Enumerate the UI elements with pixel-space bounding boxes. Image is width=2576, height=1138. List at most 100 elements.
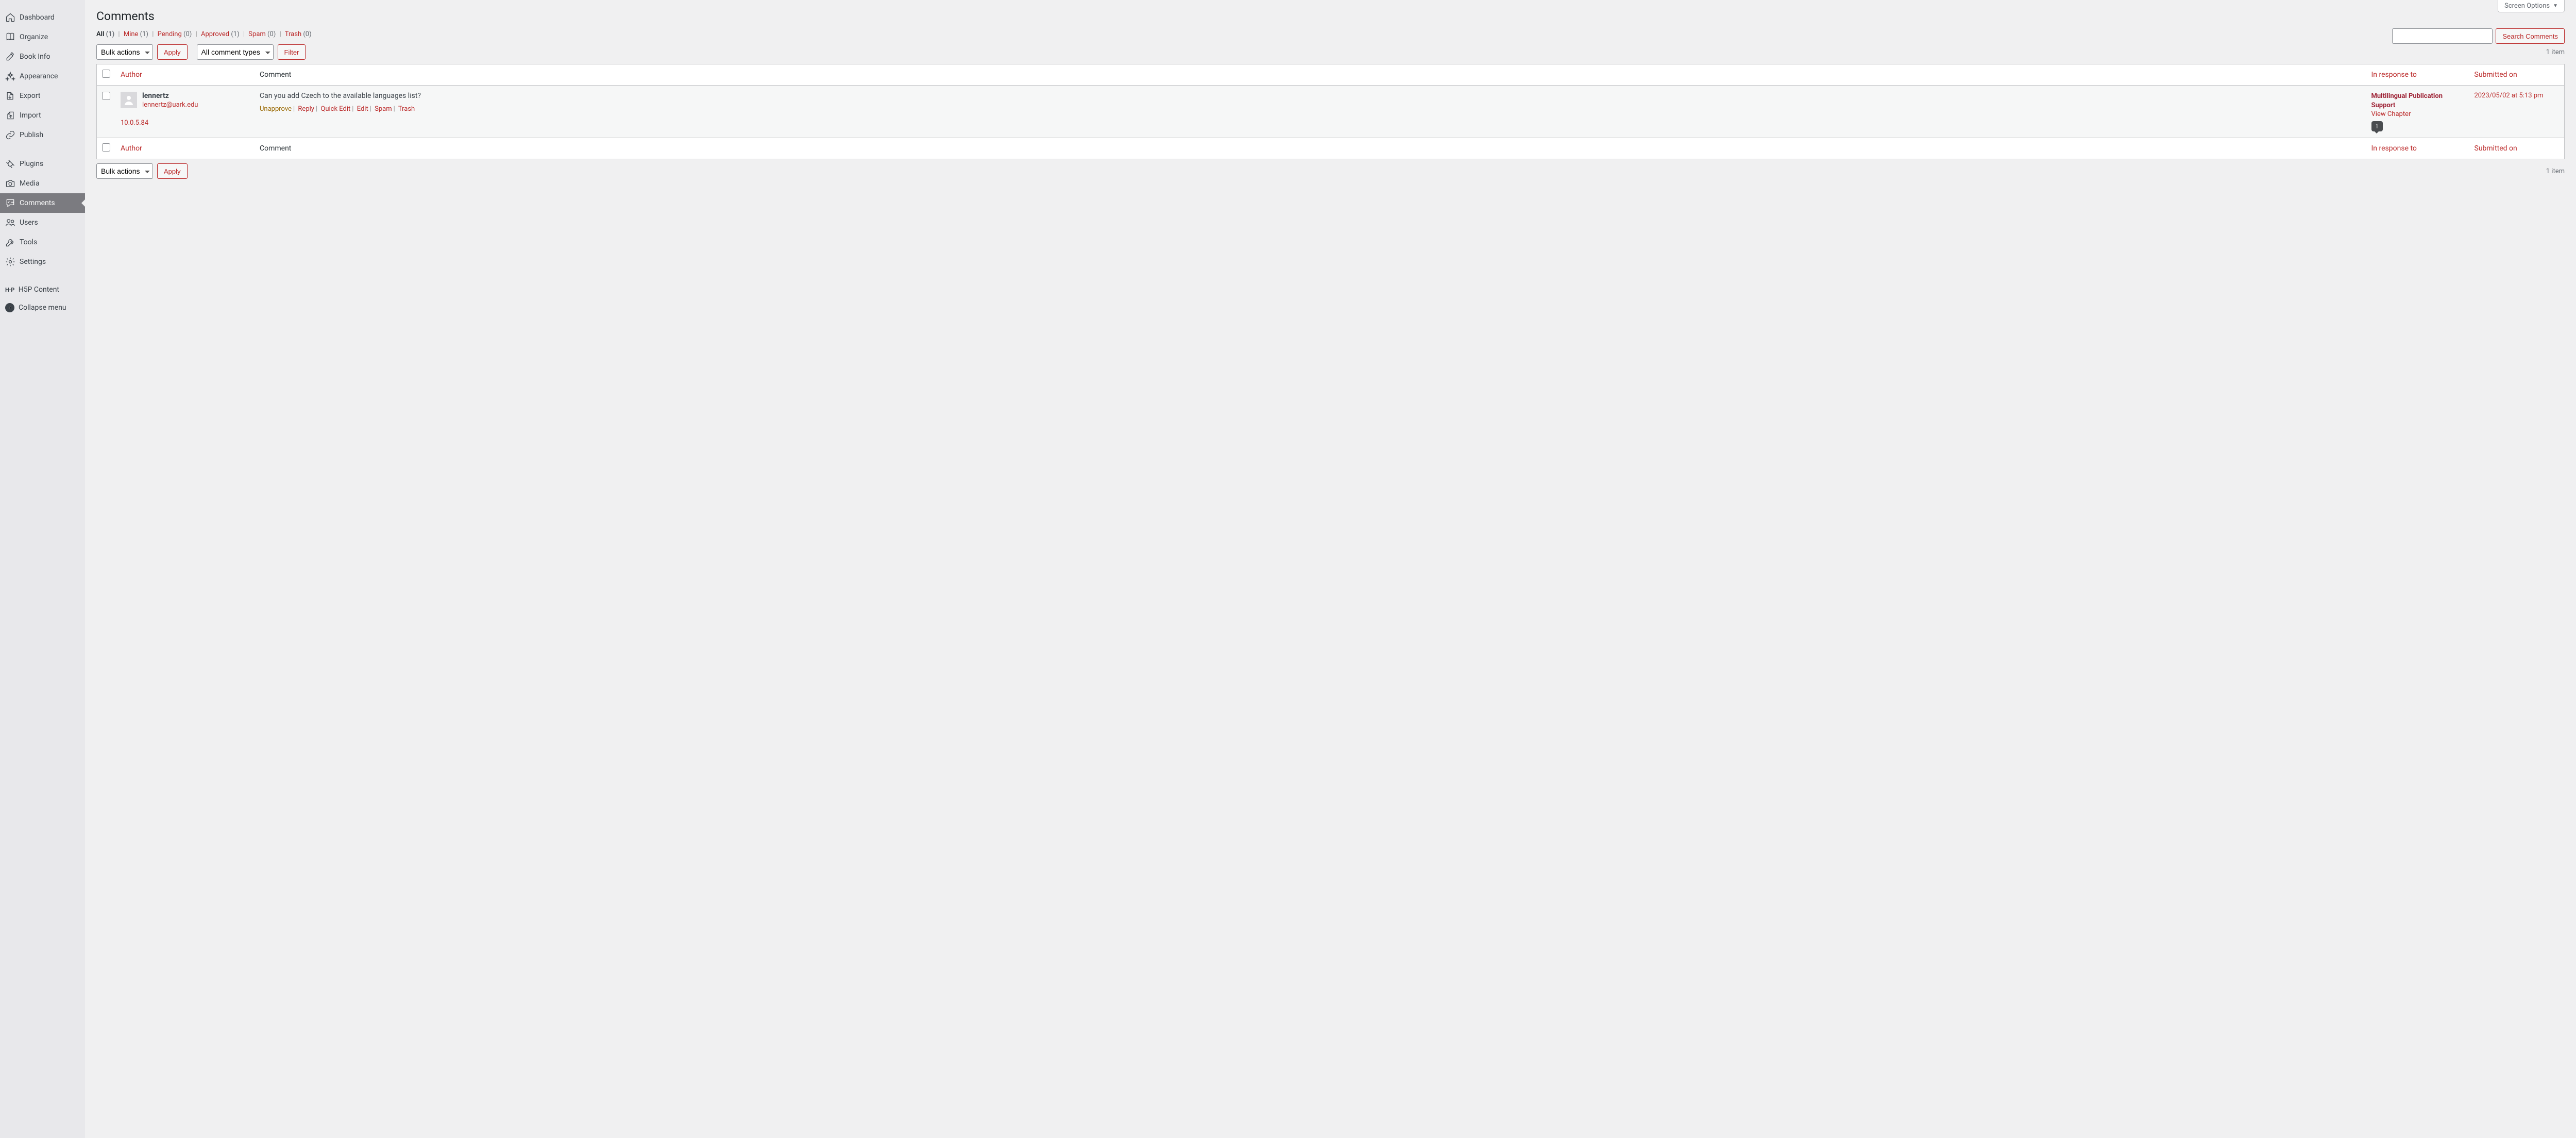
view-chapter-link[interactable]: View Chapter xyxy=(2371,110,2411,118)
sidebar-item-settings[interactable]: Settings xyxy=(0,252,85,272)
filter-mine[interactable]: Mine (1) xyxy=(124,30,148,38)
col-author-sort-foot[interactable]: Author xyxy=(121,144,142,153)
col-comment: Comment xyxy=(255,64,2366,86)
sidebar-item-users[interactable]: Users xyxy=(0,213,85,232)
collapse-label: Collapse menu xyxy=(19,304,66,312)
select-all-bottom[interactable] xyxy=(102,143,110,152)
link-icon xyxy=(5,130,15,140)
action-reply[interactable]: Reply xyxy=(298,105,314,113)
action-unapprove[interactable]: Unapprove xyxy=(260,105,292,113)
tablenav-bottom: Bulk actions Apply 1 item xyxy=(96,163,2565,179)
row-actions: Unapprove| Reply| Quick Edit| Edit| Spam… xyxy=(260,105,2361,113)
sidebar-item-label: Plugins xyxy=(20,160,43,168)
col-date-sort[interactable]: Submitted on xyxy=(2475,71,2517,79)
action-quickedit[interactable]: Quick Edit xyxy=(320,105,350,113)
sidebar-item-export[interactable]: Export xyxy=(0,86,85,106)
col-response-sort-foot[interactable]: In response to xyxy=(2371,144,2417,153)
users-icon xyxy=(5,217,15,228)
sidebar-item-h5p-content[interactable]: H-P H5P Content xyxy=(0,281,85,298)
bulk-apply-button-bottom[interactable]: Apply xyxy=(157,163,188,179)
sparkle-icon xyxy=(5,71,15,81)
sidebar-item-label: Export xyxy=(20,92,40,100)
sidebar-item-label: Settings xyxy=(20,258,46,266)
sidebar-item-publish[interactable]: Publish xyxy=(0,125,85,145)
comment-type-select[interactable]: All comment types xyxy=(197,44,274,60)
search-input[interactable] xyxy=(2392,28,2493,44)
page-title: Comments xyxy=(96,0,2565,28)
filter-approved[interactable]: Approved (1) xyxy=(201,30,240,38)
sidebar-item-organize[interactable]: Organize xyxy=(0,27,85,47)
select-all-top[interactable] xyxy=(102,70,110,78)
home-icon xyxy=(5,12,15,23)
col-author-sort[interactable]: Author xyxy=(121,71,142,79)
tablenav-top: Bulk actions Apply All comment types Fil… xyxy=(96,44,2565,60)
sidebar-item-label: Dashboard xyxy=(20,13,55,22)
comment-count-bubble[interactable]: 1 xyxy=(2371,121,2383,131)
screen-options-toggle[interactable]: Screen Options ▼ xyxy=(2498,0,2565,12)
sidebar-item-label: Comments xyxy=(20,199,55,207)
sidebar-item-label: Import xyxy=(20,111,41,120)
collapse-menu[interactable]: Collapse menu xyxy=(0,298,85,317)
sidebar-item-label: Publish xyxy=(20,131,43,139)
screen-options-label: Screen Options xyxy=(2504,2,2550,10)
sidebar-item-label: Users xyxy=(20,219,38,227)
sidebar-item-label: Tools xyxy=(20,238,37,246)
author-ip[interactable]: 10.0.5.84 xyxy=(121,119,148,127)
import-icon xyxy=(5,110,15,121)
bulk-actions-select[interactable]: Bulk actions xyxy=(96,44,153,60)
search-box: Search Comments xyxy=(2392,28,2565,44)
collapse-icon xyxy=(5,303,14,312)
bulk-actions-select-bottom[interactable]: Bulk actions xyxy=(96,163,153,179)
admin-sidebar: Dashboard Organize Book Info Appearance Expo… xyxy=(0,0,85,1138)
comment-text: Can you add Czech to the available langu… xyxy=(260,92,2361,100)
export-icon xyxy=(5,91,15,101)
col-response-sort[interactable]: In response to xyxy=(2371,71,2417,79)
action-spam[interactable]: Spam xyxy=(375,105,392,113)
sidebar-item-import[interactable]: Import xyxy=(0,106,85,125)
filter-button[interactable]: Filter xyxy=(278,44,306,60)
action-edit[interactable]: Edit xyxy=(357,105,368,113)
sidebar-item-book-info[interactable]: Book Info xyxy=(0,47,85,66)
sidebar-item-label: Book Info xyxy=(20,53,50,61)
author-name: lennertz xyxy=(142,92,169,100)
items-count-top: 1 item xyxy=(2546,48,2565,56)
filter-all[interactable]: All (1) xyxy=(96,30,114,38)
sidebar-item-dashboard[interactable]: Dashboard xyxy=(0,8,85,27)
sidebar-item-plugins[interactable]: Plugins xyxy=(0,154,85,174)
sidebar-item-media[interactable]: Media xyxy=(0,174,85,193)
gear-icon xyxy=(5,257,15,267)
wrench-icon xyxy=(5,237,15,247)
sidebar-item-label: Appearance xyxy=(20,72,58,80)
sidebar-item-label: Organize xyxy=(20,33,48,41)
comment-date-link[interactable]: 2023/05/02 at 5:13 pm xyxy=(2475,92,2544,99)
comments-table: Author Comment In response to Submitted … xyxy=(96,64,2565,159)
book-icon xyxy=(5,32,15,42)
caret-down-icon: ▼ xyxy=(2553,3,2558,9)
status-filters: All (1) | Mine (1) | Pending (0) | Appro… xyxy=(96,30,2565,38)
response-post-link[interactable]: Multilingual Publication Support xyxy=(2371,92,2464,110)
camera-icon xyxy=(5,178,15,189)
col-comment-foot: Comment xyxy=(255,138,2366,159)
search-button[interactable]: Search Comments xyxy=(2496,28,2565,44)
edit-icon xyxy=(5,52,15,62)
sidebar-item-label: Media xyxy=(20,179,40,188)
filter-spam[interactable]: Spam (0) xyxy=(248,30,276,38)
sidebar-item-tools[interactable]: Tools xyxy=(0,232,85,252)
sidebar-item-appearance[interactable]: Appearance xyxy=(0,66,85,86)
filter-trash[interactable]: Trash (0) xyxy=(285,30,312,38)
plug-icon xyxy=(5,159,15,169)
row-checkbox[interactable] xyxy=(102,92,110,100)
items-count-bottom: 1 item xyxy=(2546,168,2565,175)
sidebar-item-label: H5P Content xyxy=(19,286,59,294)
author-email[interactable]: lennertz@uark.edu xyxy=(142,101,198,109)
sidebar-item-comments[interactable]: Comments xyxy=(0,193,85,213)
action-trash[interactable]: Trash xyxy=(398,105,415,113)
table-row: lennertz lennertz@uark.edu 10.0.5.84 Can… xyxy=(97,86,2565,138)
main-content: Screen Options ▼ Comments All (1) | Mine… xyxy=(85,0,2576,1138)
h5p-icon: H-P xyxy=(5,287,14,293)
filter-pending[interactable]: Pending (0) xyxy=(158,30,192,38)
col-date-sort-foot[interactable]: Submitted on xyxy=(2475,144,2517,153)
avatar xyxy=(121,92,137,108)
comment-icon xyxy=(5,198,15,208)
bulk-apply-button[interactable]: Apply xyxy=(157,44,188,60)
